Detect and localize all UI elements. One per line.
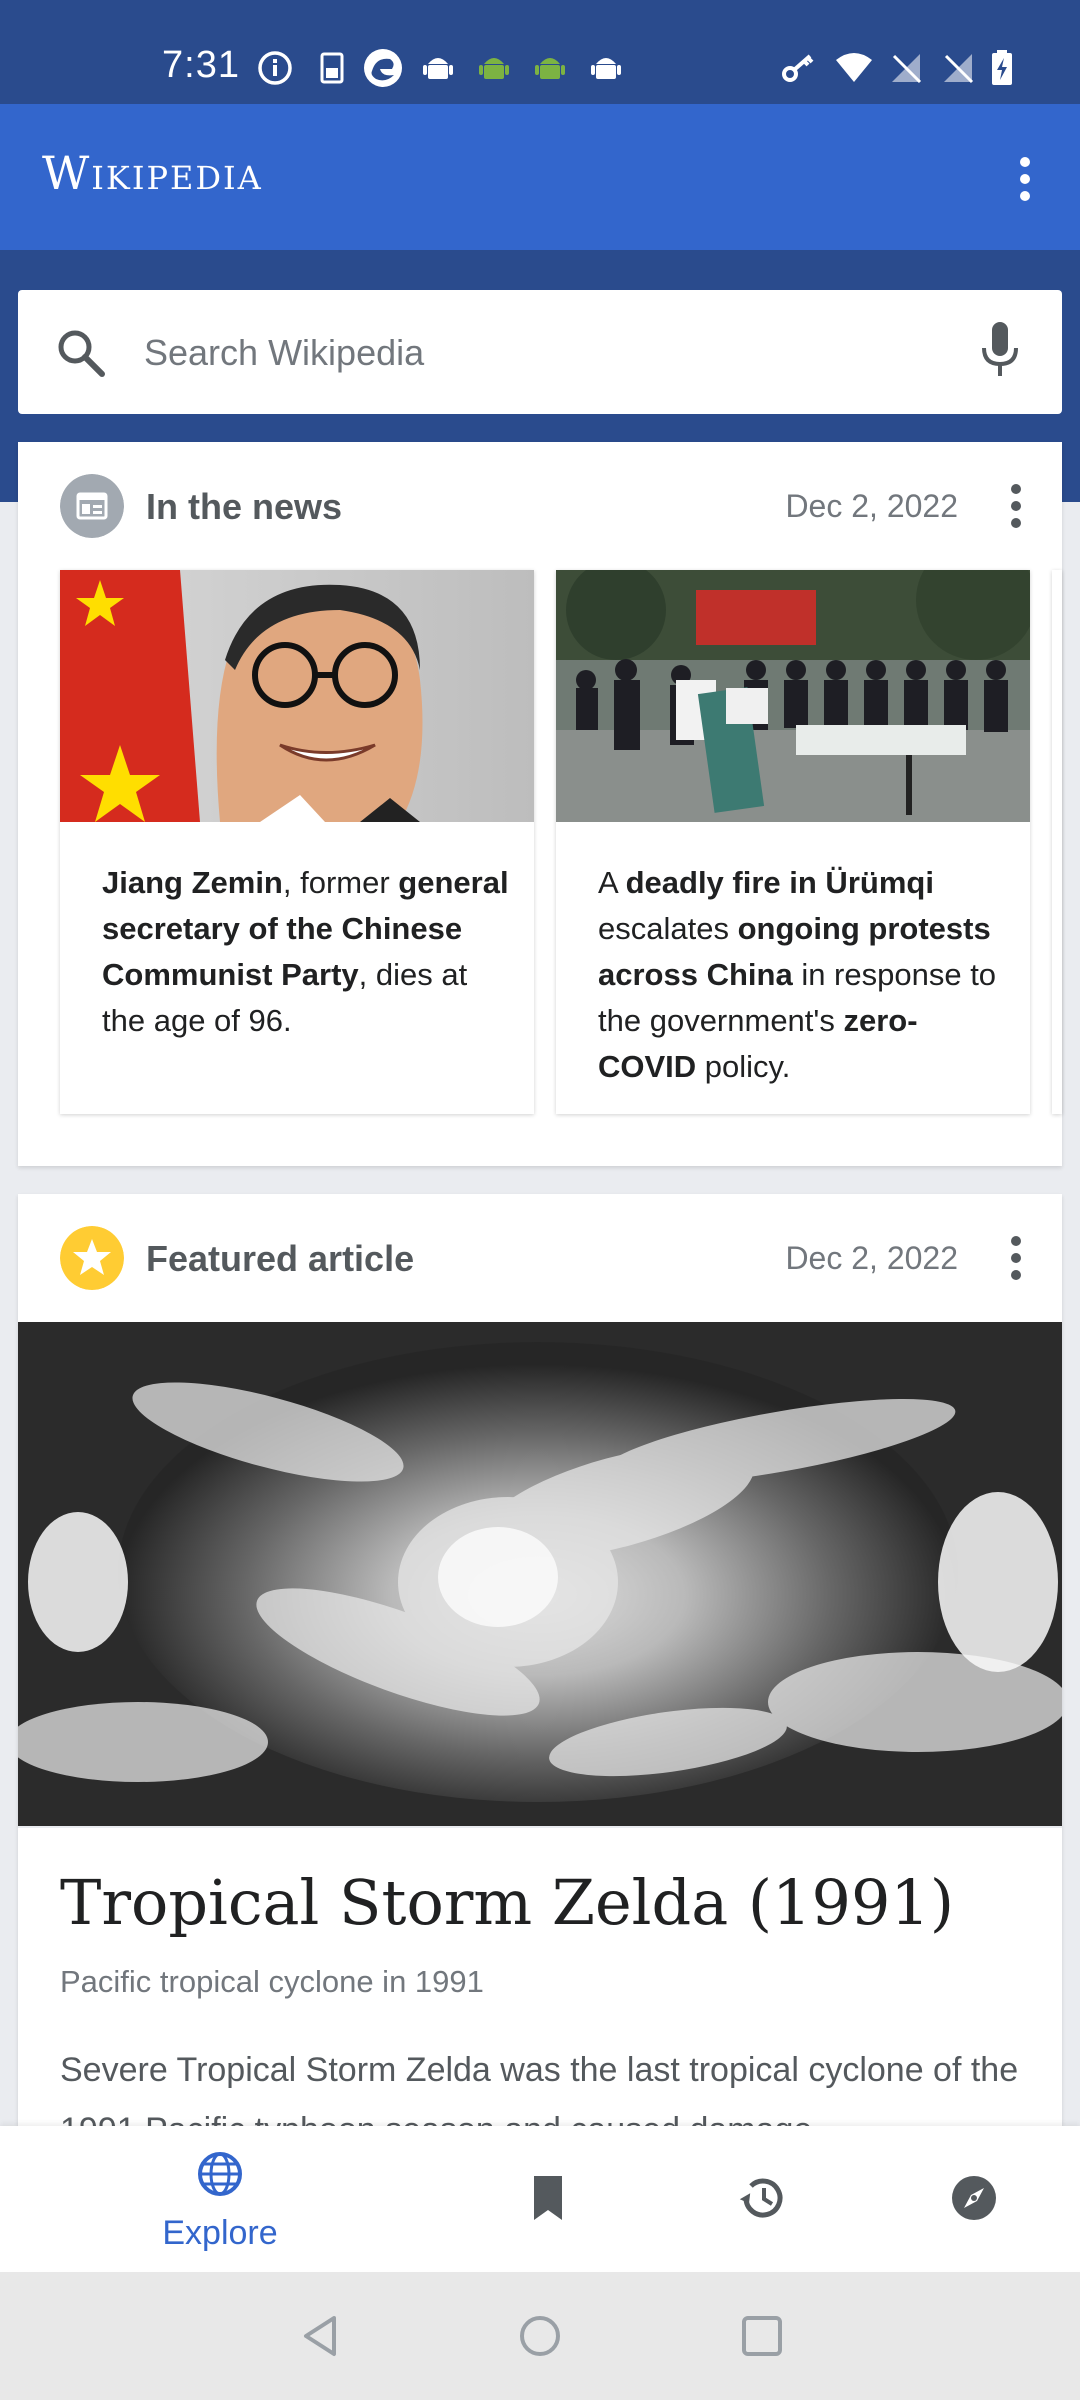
search-bar[interactable]: Search Wikipedia bbox=[18, 290, 1062, 414]
app-bar: Wikipedia bbox=[0, 104, 1080, 250]
news-text: , former bbox=[282, 865, 399, 900]
nav-explore[interactable]: Explore bbox=[120, 2126, 320, 2272]
protest-photo bbox=[556, 570, 1030, 822]
card-title: Featured article bbox=[146, 1238, 415, 1279]
portrait-photo bbox=[60, 570, 534, 822]
card-menu-icon[interactable] bbox=[1006, 1234, 1026, 1282]
card-title: In the news bbox=[146, 486, 343, 527]
wikipedia-wordmark: Wikipedia bbox=[42, 146, 263, 200]
microphone-icon[interactable] bbox=[978, 320, 1022, 380]
back-icon[interactable] bbox=[296, 2312, 344, 2360]
search-input[interactable]: Search Wikipedia bbox=[144, 332, 424, 374]
status-time: 7:31 bbox=[162, 44, 240, 86]
info-icon bbox=[258, 51, 292, 85]
nav-history[interactable] bbox=[662, 2126, 862, 2272]
news-headline-0: Jiang Zemin, former general secretary of… bbox=[102, 860, 512, 1044]
nav-saved[interactable] bbox=[448, 2126, 648, 2272]
news-text: escalates bbox=[598, 911, 738, 946]
news-item[interactable]: Jiang Zemin, former general secretary of… bbox=[60, 570, 534, 1114]
card-date: Dec 2, 2022 bbox=[785, 488, 958, 524]
card-header: In the news Dec 2, 2022 bbox=[18, 442, 1062, 570]
battery-charging-icon bbox=[992, 50, 1012, 85]
android-green-icon bbox=[535, 58, 565, 79]
article-extract: Severe Tropical Storm Zelda was the last… bbox=[60, 2051, 1019, 2126]
saved-bookmark-icon bbox=[534, 2176, 562, 2220]
in-the-news-card: In the news Dec 2, 2022 Jiang Zemin, for… bbox=[18, 442, 1062, 1166]
card-header: Featured article Dec 2, 2022 bbox=[18, 1194, 1062, 1322]
overflow-menu-icon[interactable] bbox=[1010, 154, 1040, 204]
recents-icon[interactable] bbox=[738, 2312, 786, 2360]
edge-browser-icon bbox=[364, 49, 402, 87]
next-news-item-peek bbox=[1052, 570, 1062, 1114]
image-divider bbox=[18, 1826, 1062, 1828]
vpn-key-icon bbox=[782, 54, 814, 82]
status-bar: 7:31 bbox=[0, 0, 1080, 104]
card-date: Dec 2, 2022 bbox=[785, 1240, 958, 1276]
star-icon bbox=[60, 1226, 124, 1290]
nav-places[interactable] bbox=[874, 2126, 1074, 2272]
newspaper-icon bbox=[60, 474, 124, 538]
news-link-text[interactable]: Jiang Zemin bbox=[102, 865, 283, 900]
android-white-icon bbox=[591, 58, 621, 79]
system-navigation-bar bbox=[0, 2272, 1080, 2400]
news-text: policy. bbox=[696, 1049, 791, 1084]
signal-off-icon bbox=[892, 54, 922, 84]
sim-card-icon bbox=[320, 52, 344, 84]
article-title[interactable]: Tropical Storm Zelda (1991) bbox=[60, 1866, 954, 1939]
bottom-navigation: Explore bbox=[0, 2126, 1080, 2272]
android-green-icon bbox=[479, 58, 509, 79]
satellite-storm-photo[interactable] bbox=[18, 1322, 1062, 1826]
nav-explore-label: Explore bbox=[162, 2214, 278, 2252]
card-menu-icon[interactable] bbox=[1006, 482, 1026, 530]
news-text: A bbox=[598, 865, 626, 900]
article-description: Pacific tropical cyclone in 1991 bbox=[60, 1964, 484, 1999]
signal-off-icon bbox=[944, 54, 974, 84]
places-compass-icon bbox=[952, 2176, 996, 2220]
featured-article-card[interactable]: Featured article Dec 2, 2022 Tropical St… bbox=[18, 1194, 1062, 2126]
news-link-text[interactable]: deadly fire in Ürümqi bbox=[626, 865, 934, 900]
wifi-icon bbox=[836, 53, 872, 82]
android-white-icon bbox=[423, 58, 453, 79]
history-icon bbox=[739, 2178, 783, 2218]
home-icon[interactable] bbox=[516, 2312, 564, 2360]
news-headline-1: A deadly fire in Ürümqi escalates ongoin… bbox=[598, 860, 1008, 1090]
news-item[interactable]: A deadly fire in Ürümqi escalates ongoin… bbox=[556, 570, 1030, 1114]
explore-icon bbox=[198, 2152, 242, 2196]
search-icon bbox=[58, 330, 105, 377]
